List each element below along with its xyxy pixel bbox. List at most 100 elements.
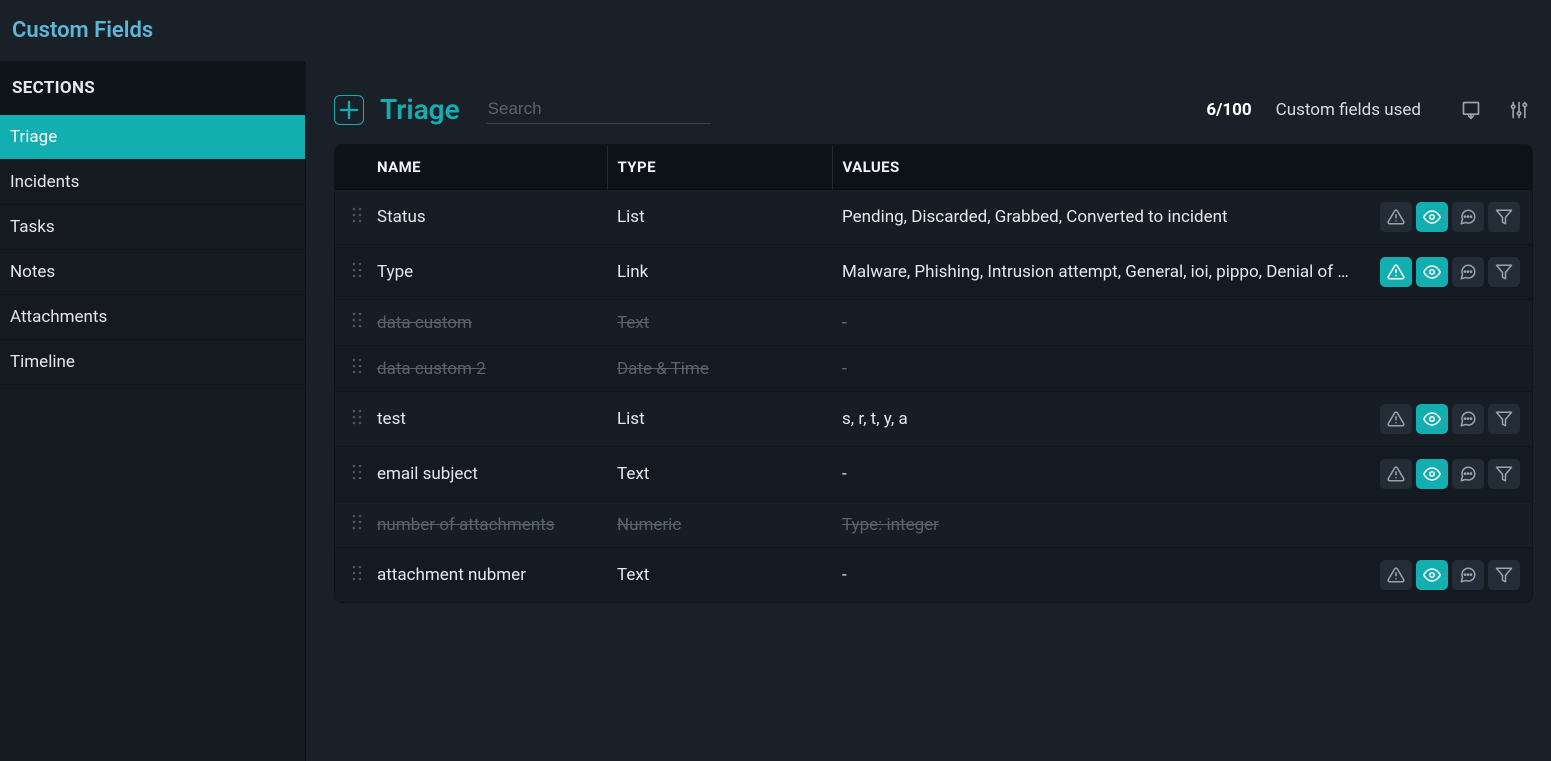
sidebar: SECTIONS TriageIncidentsTasksNotesAttach… — [0, 61, 306, 761]
visible-toggle[interactable] — [1416, 459, 1448, 489]
drag-handle-icon — [351, 358, 363, 374]
drag-handle[interactable] — [335, 548, 367, 603]
drag-handle[interactable] — [335, 300, 367, 346]
alert-icon — [1387, 465, 1405, 483]
col-header-type[interactable]: TYPE — [607, 145, 832, 190]
filter-toggle[interactable] — [1488, 459, 1520, 489]
cell-type: Numeric — [607, 502, 832, 548]
download-icon — [1461, 100, 1481, 120]
sidebar-item-incidents[interactable]: Incidents — [0, 160, 305, 205]
alert-icon — [1387, 263, 1405, 281]
drag-handle-icon — [351, 262, 363, 278]
sidebar-item-triage[interactable]: Triage — [0, 115, 305, 160]
alert-icon — [1387, 410, 1405, 428]
sidebar-heading: SECTIONS — [0, 61, 305, 115]
cell-actions — [1370, 245, 1532, 300]
drag-handle-icon — [351, 514, 363, 530]
table-row[interactable]: data customText- — [335, 300, 1532, 346]
settings-button[interactable] — [1505, 96, 1533, 124]
cell-values: Malware, Phishing, Intrusion attempt, Ge… — [832, 245, 1370, 300]
usage-label: Custom fields used — [1276, 100, 1421, 120]
cell-name: attachment nubmer — [367, 548, 607, 603]
visible-toggle[interactable] — [1416, 560, 1448, 590]
sidebar-item-notes[interactable]: Notes — [0, 250, 305, 295]
drag-handle[interactable] — [335, 245, 367, 300]
eye-icon — [1423, 410, 1441, 428]
filter-toggle[interactable] — [1488, 257, 1520, 287]
drag-handle-icon — [351, 409, 363, 425]
filter-icon — [1495, 263, 1513, 281]
filter-icon — [1495, 208, 1513, 226]
drag-handle[interactable] — [335, 190, 367, 245]
visible-toggle[interactable] — [1416, 202, 1448, 232]
visible-toggle[interactable] — [1416, 257, 1448, 287]
filter-toggle[interactable] — [1488, 202, 1520, 232]
comment-toggle[interactable] — [1452, 404, 1484, 434]
comment-toggle[interactable] — [1452, 459, 1484, 489]
drag-handle-icon — [351, 464, 363, 480]
drag-handle[interactable] — [335, 447, 367, 502]
cell-actions — [1370, 346, 1532, 392]
alert-toggle[interactable] — [1380, 202, 1412, 232]
cell-type: Text — [607, 300, 832, 346]
alert-toggle[interactable] — [1380, 560, 1412, 590]
alert-toggle[interactable] — [1380, 459, 1412, 489]
sliders-icon — [1509, 100, 1529, 120]
cell-actions — [1370, 502, 1532, 548]
page-title: Custom Fields — [12, 18, 1539, 43]
cell-values: - — [832, 300, 1370, 346]
chat-icon — [1459, 208, 1477, 226]
chat-icon — [1459, 410, 1477, 428]
sidebar-item-timeline[interactable]: Timeline — [0, 340, 305, 385]
main-header: Triage 6/100 Custom fields used — [334, 93, 1533, 126]
chat-icon — [1459, 566, 1477, 584]
chat-icon — [1459, 465, 1477, 483]
comment-toggle[interactable] — [1452, 202, 1484, 232]
add-field-button[interactable] — [334, 95, 364, 125]
sidebar-item-tasks[interactable]: Tasks — [0, 205, 305, 250]
table-row[interactable]: attachment nubmerText- — [335, 548, 1532, 603]
cell-values: - — [832, 548, 1370, 603]
table-row[interactable]: data custom 2Date & Time- — [335, 346, 1532, 392]
col-header-values[interactable]: VALUES — [832, 145, 1370, 190]
table-row[interactable]: email subjectText- — [335, 447, 1532, 502]
comment-toggle[interactable] — [1452, 257, 1484, 287]
comment-toggle[interactable] — [1452, 560, 1484, 590]
visible-toggle[interactable] — [1416, 404, 1448, 434]
drag-handle[interactable] — [335, 392, 367, 447]
table-row[interactable]: number of attachmentsNumericType: intege… — [335, 502, 1532, 548]
filter-icon — [1495, 410, 1513, 428]
alert-icon — [1387, 208, 1405, 226]
filter-toggle[interactable] — [1488, 560, 1520, 590]
drag-handle-icon — [351, 207, 363, 223]
cell-actions — [1370, 300, 1532, 346]
alert-toggle[interactable] — [1380, 404, 1412, 434]
cell-name: email subject — [367, 447, 607, 502]
export-button[interactable] — [1457, 96, 1485, 124]
cell-values: - — [832, 447, 1370, 502]
eye-icon — [1423, 208, 1441, 226]
drag-handle[interactable] — [335, 346, 367, 392]
search-input[interactable] — [486, 95, 711, 124]
cell-name: test — [367, 392, 607, 447]
cell-actions — [1370, 447, 1532, 502]
cell-name: data custom — [367, 300, 607, 346]
cell-name: number of attachments — [367, 502, 607, 548]
cell-name: Status — [367, 190, 607, 245]
cell-type: List — [607, 392, 832, 447]
cell-values: Type: integer — [832, 502, 1370, 548]
col-header-name[interactable]: NAME — [367, 145, 607, 190]
title-bar: Custom Fields — [0, 0, 1551, 61]
usage-count: 6/100 — [1206, 100, 1251, 120]
cell-actions — [1370, 548, 1532, 603]
drag-handle[interactable] — [335, 502, 367, 548]
alert-toggle[interactable] — [1380, 257, 1412, 287]
table-row[interactable]: testLists, r, t, y, a — [335, 392, 1532, 447]
sidebar-item-attachments[interactable]: Attachments — [0, 295, 305, 340]
alert-icon — [1387, 566, 1405, 584]
table-row[interactable]: TypeLinkMalware, Phishing, Intrusion att… — [335, 245, 1532, 300]
main-panel: Triage 6/100 Custom fields used — [306, 61, 1551, 761]
table-row[interactable]: StatusListPending, Discarded, Grabbed, C… — [335, 190, 1532, 245]
filter-toggle[interactable] — [1488, 404, 1520, 434]
main-title: Triage — [380, 93, 460, 126]
